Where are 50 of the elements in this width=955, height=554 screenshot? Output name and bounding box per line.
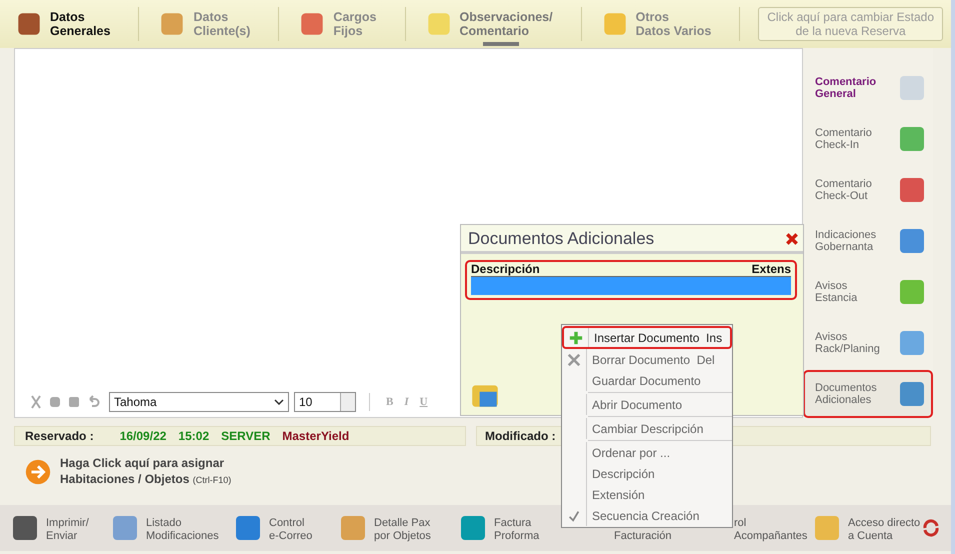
toolbar-button-label[interactable]: Control e-Correo xyxy=(269,513,312,543)
close-icon[interactable] xyxy=(785,232,799,246)
toolbar-button-label[interactable]: Listado Modificaciones xyxy=(146,513,219,543)
reserved-server: SERVER xyxy=(221,429,270,443)
toolbar-button-label[interactable]: Factura Proforma xyxy=(494,513,540,543)
menu-item[interactable]: Insertar Documento Ins xyxy=(562,326,732,349)
menu-item[interactable]: Descripción xyxy=(562,463,732,484)
close-icon xyxy=(567,352,581,366)
sidebar-item[interactable]: Avisos Rack/Planing xyxy=(803,319,933,367)
sidebar-item[interactable]: Comentario Check-Out xyxy=(803,166,933,214)
documents-table[interactable]: Descripción Extens xyxy=(465,260,797,300)
plus-icon xyxy=(569,330,583,344)
sidebar-item[interactable]: Comentario Check-In xyxy=(803,115,933,163)
menu-item[interactable]: Borrar Documento Del xyxy=(562,349,732,370)
reserved-time: 15:02 xyxy=(178,429,210,443)
sidebar-item[interactable]: Comentario General xyxy=(803,64,933,112)
cut-icon[interactable] xyxy=(29,395,43,409)
sidebar-item[interactable]: Documentos Adicionales xyxy=(803,370,933,418)
modified-label: Modificado : xyxy=(485,429,556,443)
panel-title: Documentos Adicionales xyxy=(468,229,654,249)
reserved-date: 16/09/22 xyxy=(120,429,166,443)
copy-icon[interactable] xyxy=(48,395,62,409)
toolbar-button-label[interactable]: Detalle Pax por Objetos xyxy=(374,513,431,543)
toolbar-button-label[interactable]: rol Acompañantes xyxy=(734,513,808,543)
arrow-circle-icon[interactable] xyxy=(24,458,52,486)
refresh-icon[interactable] xyxy=(921,518,941,538)
menu-item[interactable]: Cambiar Descripción xyxy=(562,418,732,439)
toolbar-button-label[interactable]: Imprimir/ Enviar xyxy=(46,513,89,543)
toolbar-button-label[interactable]: Acceso directo a Cuenta xyxy=(848,513,920,543)
tab[interactable]: Observaciones/ Comentario xyxy=(418,2,569,46)
reserved-user: MasterYield xyxy=(282,429,350,443)
menu-item[interactable]: Ordenar por ... xyxy=(562,442,732,463)
sidebar-item[interactable]: Avisos Estancia xyxy=(803,268,933,316)
paste-icon[interactable] xyxy=(67,395,81,409)
assign-rooms-link[interactable]: Haga Click aquí para asignar Habitaciones / Objetos (Ctrl-F10) xyxy=(60,456,232,488)
menu-item[interactable]: Secuencia Creación xyxy=(562,505,732,526)
font-select[interactable]: Tahoma xyxy=(109,392,289,412)
tab[interactable]: Datos Generales xyxy=(8,2,126,46)
reserved-label: Reservado : xyxy=(25,429,94,443)
tab[interactable]: Cargos Fijos xyxy=(291,2,392,46)
column-header[interactable]: Descripción xyxy=(471,262,540,276)
menu-item[interactable]: Extensión xyxy=(562,484,732,505)
menu-item[interactable]: Abrir Documento xyxy=(562,394,732,415)
column-header[interactable]: Extens xyxy=(752,262,791,276)
caret-icon xyxy=(274,399,284,405)
tab[interactable]: Otros Datos Varios xyxy=(594,2,728,46)
font-size-spinner[interactable]: 10 xyxy=(294,392,356,412)
menu-item[interactable]: Guardar Documento xyxy=(562,370,732,391)
sidebar-item[interactable]: Indicaciones Gobernanta xyxy=(803,217,933,265)
tab[interactable]: Datos Cliente(s) xyxy=(151,2,266,46)
